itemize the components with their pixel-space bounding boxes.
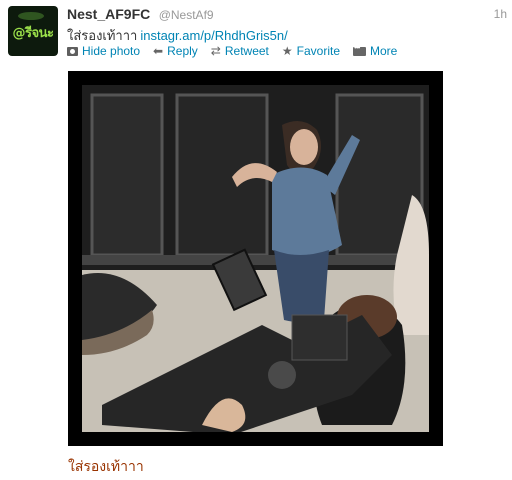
reply-button[interactable]: ⬅ Reply [153,44,198,58]
more-icon [353,43,367,56]
photo-scene [82,85,429,432]
more-label: More [370,44,398,58]
favorite-label: Favorite [296,44,341,58]
star-icon: ★ [281,44,293,58]
tweet-text-body: ใส่รองเท้าาา [67,29,138,44]
more-button[interactable]: More [353,43,398,58]
reply-label: Reply [167,44,198,58]
avatar-text: @รีจนะ [12,26,54,41]
reply-icon: ⬅ [153,44,164,58]
avatar[interactable]: @รีจนะ [8,6,58,56]
favorite-button[interactable]: ★ Favorite [282,44,340,58]
display-name[interactable]: Nest_AF9FC [67,6,150,22]
tweet-header: Nest_AF9FC @NestAf9 1h [67,6,507,24]
photo-caption: ใส่รองเท้าาา [68,459,144,475]
hide-photo-button[interactable]: Hide photo [67,44,140,58]
retweet-button[interactable]: ⇄ Retweet [211,44,269,58]
retweet-icon: ⇄ [210,44,221,58]
photo-icon [67,46,78,56]
retweet-label: Retweet [224,44,269,58]
screen-name[interactable]: @NestAf9 [159,8,214,22]
photo-frame[interactable] [68,71,443,446]
avatar-glow [18,12,44,20]
tweet-actions: Hide photo ⬅ Reply ⇄ Retweet ★ Favorite … [67,43,410,59]
tweet-photo[interactable] [82,85,429,432]
timestamp[interactable]: 1h [494,7,507,21]
tweet-link[interactable]: instagr.am/p/RhdhGris5n/ [140,28,287,43]
hide-photo-label: Hide photo [82,44,141,58]
